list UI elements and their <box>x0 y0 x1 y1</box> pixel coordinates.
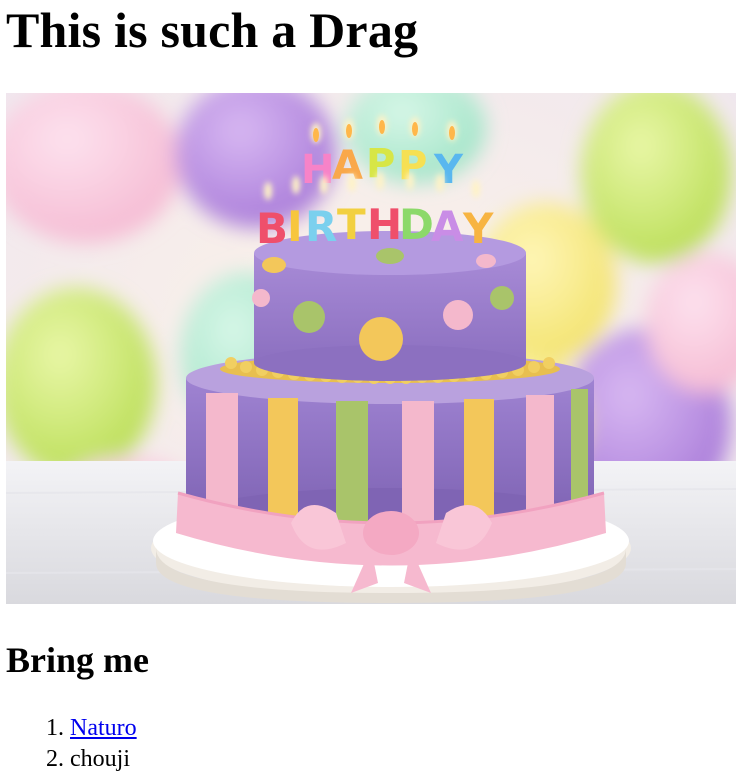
list-item: Naturo <box>70 713 137 744</box>
svg-text:I: I <box>287 202 303 251</box>
svg-text:R: R <box>305 202 337 251</box>
svg-text:D: D <box>399 200 434 249</box>
section-heading: Bring me <box>6 640 149 680</box>
svg-text:T: T <box>337 200 366 249</box>
naturo-link[interactable]: Naturo <box>70 715 137 741</box>
top-tier <box>252 231 526 381</box>
page-title: This is such a Drag <box>6 2 419 58</box>
page: This is such a Drag H A P P Y B I R T H … <box>0 0 736 775</box>
list-item: chouji <box>70 744 137 775</box>
svg-text:H: H <box>301 147 334 193</box>
svg-text:H: H <box>367 200 402 249</box>
svg-text:A: A <box>332 143 363 189</box>
svg-text:A: A <box>431 202 464 251</box>
svg-text:B: B <box>256 204 288 253</box>
ordered-list: Naturo chouji <box>30 713 137 775</box>
svg-text:Y: Y <box>462 204 494 253</box>
birthday-cake-image: H A P P Y B I R T H D A Y <box>6 93 736 604</box>
